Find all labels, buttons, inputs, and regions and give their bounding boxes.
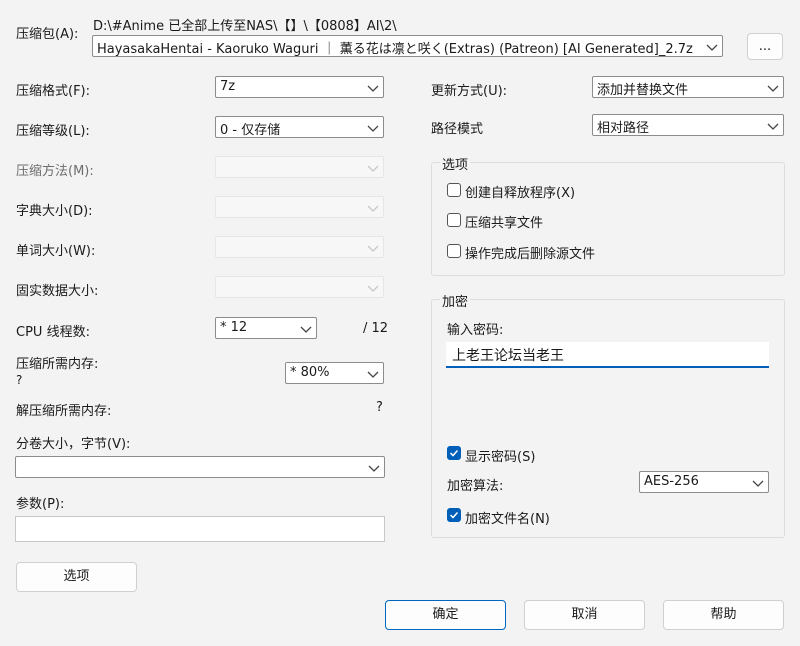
encrypt-names-checkbox[interactable] [447, 508, 461, 522]
options-button[interactable]: 选项 [16, 562, 137, 592]
path-mode-label: 路径模式 [431, 122, 484, 137]
chevron-down-icon [367, 245, 379, 252]
level-value: 0 - 仅存储 [220, 123, 281, 138]
encryption-method-select[interactable]: AES-256 [639, 471, 769, 493]
chevron-down-icon [367, 285, 379, 292]
show-password-label[interactable]: 显示密码(S) [465, 446, 535, 465]
help-button[interactable]: 帮助 [663, 600, 784, 630]
archive-path: D:\#Anime 已全部上传至NAS\【】\【0808】AI\2\ [93, 19, 397, 34]
format-label: 压缩格式(F): [16, 84, 91, 99]
mem-compress-extra: ? [16, 373, 23, 387]
params-input[interactable] [15, 516, 385, 542]
chevron-down-icon [367, 371, 379, 378]
chevron-down-icon [367, 165, 379, 172]
encryption-method-value: AES-256 [644, 474, 699, 489]
params-label: 参数(P): [16, 497, 65, 512]
dict-select [215, 196, 384, 218]
level-label: 压缩等级(L): [16, 124, 90, 139]
update-label: 更新方式(U): [431, 84, 508, 99]
options-group-title: 选项 [440, 154, 471, 173]
chevron-down-icon [367, 85, 379, 92]
chevron-down-icon [706, 44, 718, 51]
ok-button[interactable]: 确定 [385, 600, 506, 630]
password-value: 上老王论坛当老王 [452, 348, 564, 364]
volume-label: 分卷大小，字节(V): [16, 437, 131, 452]
level-select[interactable]: 0 - 仅存储 [215, 116, 384, 138]
cpu-select[interactable]: * 12 [215, 317, 317, 339]
archive-filename: HayasakaHentai - Kaoruko Waguri ｜ 薫る花は凛と… [97, 42, 693, 57]
delete-label[interactable]: 操作完成后删除源文件 [465, 243, 595, 262]
encrypt-names-label[interactable]: 加密文件名(N) [465, 508, 550, 527]
mem-compress-value: * 80% [290, 365, 330, 380]
mem-compress-label: 压缩所需内存: [16, 357, 99, 372]
update-select[interactable]: 添加并替换文件 [592, 76, 784, 98]
shared-checkbox[interactable] [447, 213, 461, 227]
cpu-label: CPU 线程数: [16, 325, 90, 340]
password-input[interactable]: 上老王论坛当老王 [446, 342, 769, 368]
cpu-max: / 12 [363, 321, 389, 336]
archive-label: 压缩包(A): [16, 27, 79, 42]
chevron-down-icon [367, 125, 379, 132]
format-select[interactable]: 7z [215, 76, 384, 98]
format-value: 7z [220, 79, 236, 94]
chevron-down-icon [767, 85, 779, 92]
chevron-down-icon [368, 465, 380, 472]
chevron-down-icon [300, 326, 312, 333]
encryption-method-label: 加密算法: [447, 479, 504, 494]
dict-label: 字典大小(D): [16, 204, 93, 219]
password-label: 输入密码: [447, 323, 504, 338]
mem-compress-select[interactable]: * 80% [285, 362, 384, 384]
show-password-checkbox[interactable] [447, 446, 461, 460]
volume-combo[interactable] [15, 456, 385, 478]
encryption-group-title: 加密 [440, 291, 471, 310]
delete-checkbox[interactable] [447, 244, 461, 258]
mem-decompress-value: ? [376, 400, 383, 415]
cancel-button[interactable]: 取消 [524, 600, 645, 630]
checkmark-icon [449, 511, 459, 519]
checkmark-icon [449, 449, 459, 457]
path-mode-select[interactable]: 相对路径 [592, 114, 784, 136]
update-value: 添加并替换文件 [597, 83, 689, 98]
method-select [215, 156, 384, 178]
path-mode-value: 相对路径 [597, 121, 650, 136]
sfx-checkbox[interactable] [447, 183, 461, 197]
mem-decompress-label: 解压缩所需内存: [16, 404, 112, 419]
solid-label: 固实数据大小: [16, 284, 99, 299]
chevron-down-icon [752, 480, 764, 487]
chevron-down-icon [367, 205, 379, 212]
browse-button[interactable]: ... [747, 33, 783, 60]
solid-select [215, 276, 384, 298]
chevron-down-icon [767, 123, 779, 130]
word-label: 单词大小(W): [16, 244, 96, 259]
sfx-label[interactable]: 创建自释放程序(X) [465, 182, 575, 201]
method-label: 压缩方法(M): [16, 164, 94, 179]
cpu-value: * 12 [220, 320, 248, 335]
archive-filename-combo[interactable]: HayasakaHentai - Kaoruko Waguri ｜ 薫る花は凛と… [92, 35, 723, 57]
word-select [215, 236, 384, 258]
shared-label[interactable]: 压缩共享文件 [465, 212, 543, 231]
